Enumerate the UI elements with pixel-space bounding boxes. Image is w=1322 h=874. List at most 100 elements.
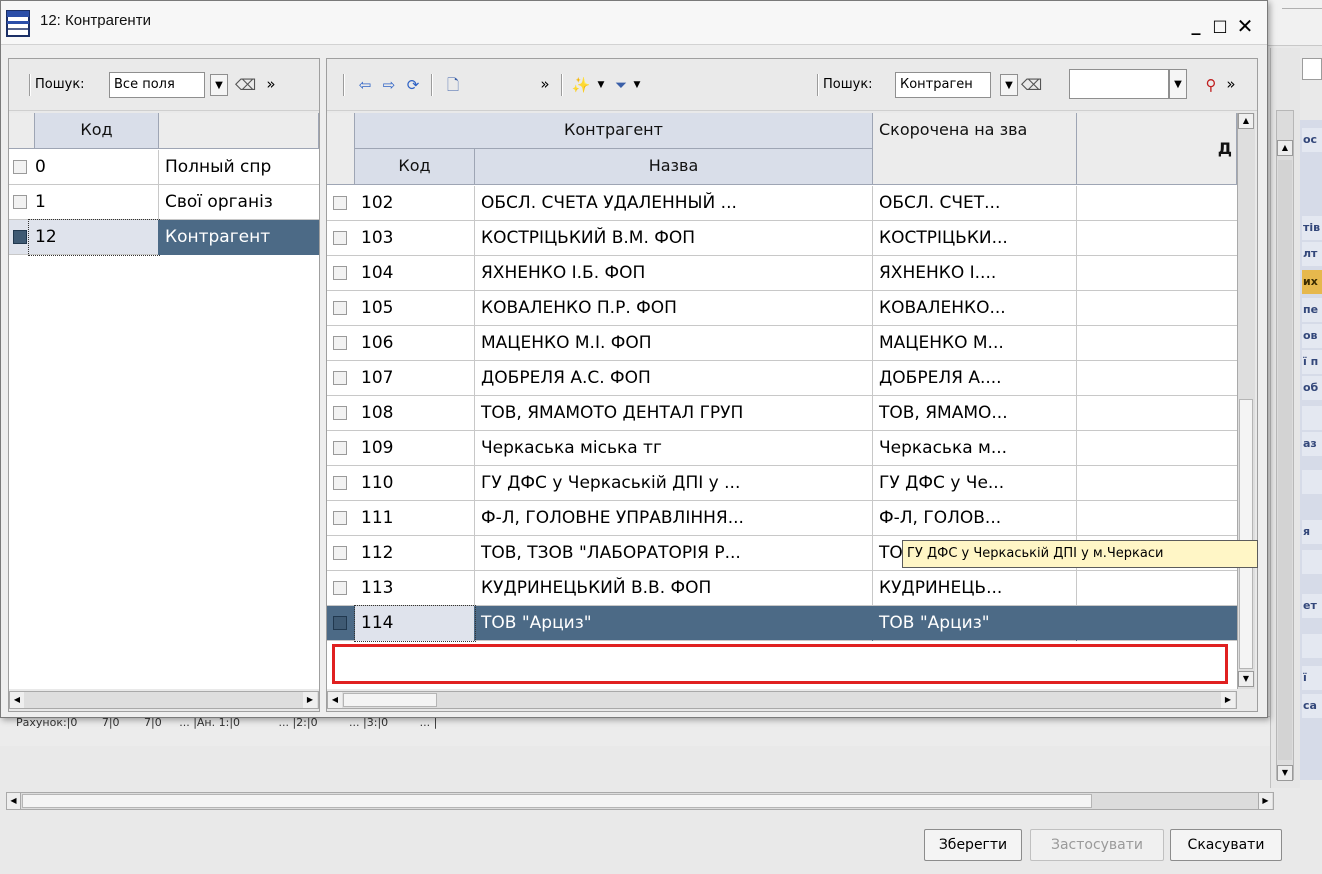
close-button[interactable]: ✕ <box>1234 14 1256 38</box>
table-row[interactable]: 102 ОБСЛ. СЧЕТА УДАЛЕННЫЙ ... ОБСЛ. СЧЕТ..… <box>327 186 1237 221</box>
table-row[interactable]: 108 ТОВ, ЯМАМОТО ДЕНТАЛ ГРУП ТОВ, ЯМАМО... <box>327 396 1237 431</box>
save-button[interactable]: Зберегти <box>924 829 1022 861</box>
scroll-thumb[interactable] <box>1278 160 1292 760</box>
side-tab[interactable]: ос <box>1302 128 1322 152</box>
parent-search-input[interactable] <box>1302 58 1322 80</box>
chevron-down-icon[interactable]: ▼ <box>1169 69 1187 99</box>
chevron-down-icon[interactable]: ▼ <box>591 74 611 96</box>
scroll-right-icon[interactable]: ▶ <box>1221 692 1235 708</box>
arrow-left-icon[interactable]: ⇦ <box>355 74 375 96</box>
side-tab[interactable]: об <box>1302 376 1322 400</box>
column-header-name[interactable] <box>159 113 319 149</box>
row-marker[interactable] <box>333 371 347 385</box>
table-row[interactable]: 114 ТОВ "Арциз" ТОВ "Арциз" <box>327 605 1237 642</box>
parent-toolbar <box>1268 0 1322 46</box>
search-field-select[interactable]: Контраген <box>895 72 991 98</box>
side-tab[interactable]: их <box>1302 270 1322 294</box>
new-document-icon[interactable]: 🗋 <box>443 74 463 96</box>
side-tab[interactable]: лт <box>1302 242 1322 266</box>
column-header-extra[interactable]: Д <box>1077 113 1237 185</box>
row-marker[interactable] <box>333 231 347 245</box>
side-tab[interactable]: ї п <box>1302 350 1322 374</box>
side-tab[interactable]: аз <box>1302 432 1322 456</box>
chevron-down-icon[interactable]: ▼ <box>210 74 228 96</box>
row-marker[interactable] <box>333 441 347 455</box>
table-row[interactable]: 113 КУДРИНЕЦЬКИЙ В.В. ФОП КУДРИНЕЦЬ... <box>327 571 1237 606</box>
scroll-thumb[interactable] <box>1239 399 1253 669</box>
row-marker[interactable] <box>333 301 347 315</box>
apply-button[interactable]: Застосувати <box>1030 829 1164 861</box>
column-header-code[interactable]: Код <box>35 113 159 149</box>
side-tab[interactable]: са <box>1302 694 1322 718</box>
side-tab[interactable]: ї <box>1302 666 1322 690</box>
eraser-icon[interactable]: ⌫ <box>235 74 256 96</box>
side-tab[interactable] <box>1302 470 1322 494</box>
side-tab[interactable]: ов <box>1302 324 1322 348</box>
scroll-down-icon[interactable]: ▼ <box>1277 765 1293 781</box>
table-row[interactable]: 104 ЯХНЕНКО І.Б. ФОП ЯХНЕНКО І.... <box>327 256 1237 291</box>
magic-wand-icon[interactable]: ✨ <box>571 74 591 96</box>
chevron-down-icon[interactable]: ▼ <box>627 74 647 96</box>
minimize-button[interactable]: _ <box>1186 14 1206 38</box>
table-row[interactable]: 111 Ф-Л, ГОЛОВНЕ УПРАВЛІННЯ... Ф-Л, ГОЛОВ.… <box>327 501 1237 536</box>
cancel-button[interactable]: Скасувати <box>1170 829 1282 861</box>
column-header-code[interactable]: Код <box>355 149 475 185</box>
maximize-button[interactable]: □ <box>1210 14 1230 38</box>
side-tab[interactable]: пе <box>1302 298 1322 322</box>
side-tab[interactable] <box>1302 634 1322 658</box>
table-row[interactable]: 12 Контрагент <box>9 219 319 256</box>
column-header-short-name[interactable]: Скорочена на зва <box>873 113 1077 185</box>
row-marker[interactable] <box>333 266 347 280</box>
table-row[interactable]: 1 Свої організ <box>9 185 319 220</box>
scroll-down-icon[interactable]: ▼ <box>1238 671 1254 687</box>
row-marker[interactable] <box>333 616 347 630</box>
more-tools-button[interactable]: » <box>535 73 555 95</box>
arrow-right-icon[interactable]: ⇨ <box>379 74 399 96</box>
row-marker[interactable] <box>333 196 347 210</box>
side-tab[interactable] <box>1302 550 1322 574</box>
column-header-name[interactable]: Назва <box>475 149 873 185</box>
scroll-left-icon[interactable]: ◀ <box>7 793 21 809</box>
row-marker[interactable] <box>13 195 27 209</box>
row-marker[interactable] <box>13 230 27 244</box>
scroll-thumb[interactable] <box>22 794 1092 808</box>
table-row[interactable]: 110 ГУ ДФС у Черкаській ДПІ у ... ГУ ДФС у… <box>327 466 1237 501</box>
scroll-thumb[interactable] <box>343 693 437 707</box>
find-icon[interactable]: ⚲ <box>1201 74 1221 96</box>
table-row[interactable]: 103 КОСТРІЦЬКИЙ В.М. ФОП КОСТРІЦЬКИ... <box>327 221 1237 256</box>
cell-short-name: КУДРИНЕЦЬ... <box>873 571 1077 606</box>
side-tab[interactable]: ет <box>1302 594 1322 618</box>
groups-horizontal-scrollbar[interactable] <box>9 691 319 709</box>
scroll-left-icon[interactable]: ◀ <box>10 692 24 708</box>
table-row[interactable]: 0 Полный спр <box>9 150 319 185</box>
cell-name: Ф-Л, ГОЛОВНЕ УПРАВЛІННЯ... <box>475 501 873 536</box>
table-row[interactable]: 109 Черкаська міська тг Черкаська м... <box>327 431 1237 466</box>
row-marker[interactable] <box>333 581 347 595</box>
row-marker[interactable] <box>13 160 27 174</box>
side-tab[interactable] <box>1302 406 1322 430</box>
more-tools-button[interactable]: » <box>1221 73 1241 95</box>
search-field-select[interactable]: Все поля <box>109 72 205 98</box>
scroll-up-icon[interactable]: ▲ <box>1238 113 1254 129</box>
scroll-right-icon[interactable]: ▶ <box>303 692 317 708</box>
row-marker[interactable] <box>333 546 347 560</box>
table-row[interactable]: 106 МАЦЕНКО М.І. ФОП МАЦЕНКО М... <box>327 326 1237 361</box>
side-tab[interactable]: тів <box>1302 216 1322 240</box>
row-marker[interactable] <box>333 476 347 490</box>
search-input[interactable] <box>1069 69 1169 99</box>
scroll-right-icon[interactable]: ▶ <box>1258 793 1272 809</box>
refresh-icon[interactable]: ⟳ <box>403 74 423 96</box>
table-row[interactable]: 105 КОВАЛЕНКО П.Р. ФОП КОВАЛЕНКО... <box>327 291 1237 326</box>
chevron-down-icon[interactable]: ▼ <box>1000 74 1018 96</box>
scroll-left-icon[interactable]: ◀ <box>328 692 342 708</box>
row-marker[interactable] <box>333 406 347 420</box>
counterparties-horizontal-scrollbar[interactable] <box>327 691 1237 709</box>
table-row[interactable]: 107 ДОБРЕЛЯ А.С. ФОП ДОБРЕЛЯ А.... <box>327 361 1237 396</box>
side-tab[interactable]: я <box>1302 520 1322 544</box>
title-bar[interactable] <box>1 1 1267 45</box>
row-marker[interactable] <box>333 511 347 525</box>
scroll-up-icon[interactable]: ▲ <box>1277 140 1293 156</box>
row-marker[interactable] <box>333 336 347 350</box>
more-tools-button[interactable]: » <box>261 73 281 95</box>
eraser-icon[interactable]: ⌫ <box>1021 74 1042 96</box>
